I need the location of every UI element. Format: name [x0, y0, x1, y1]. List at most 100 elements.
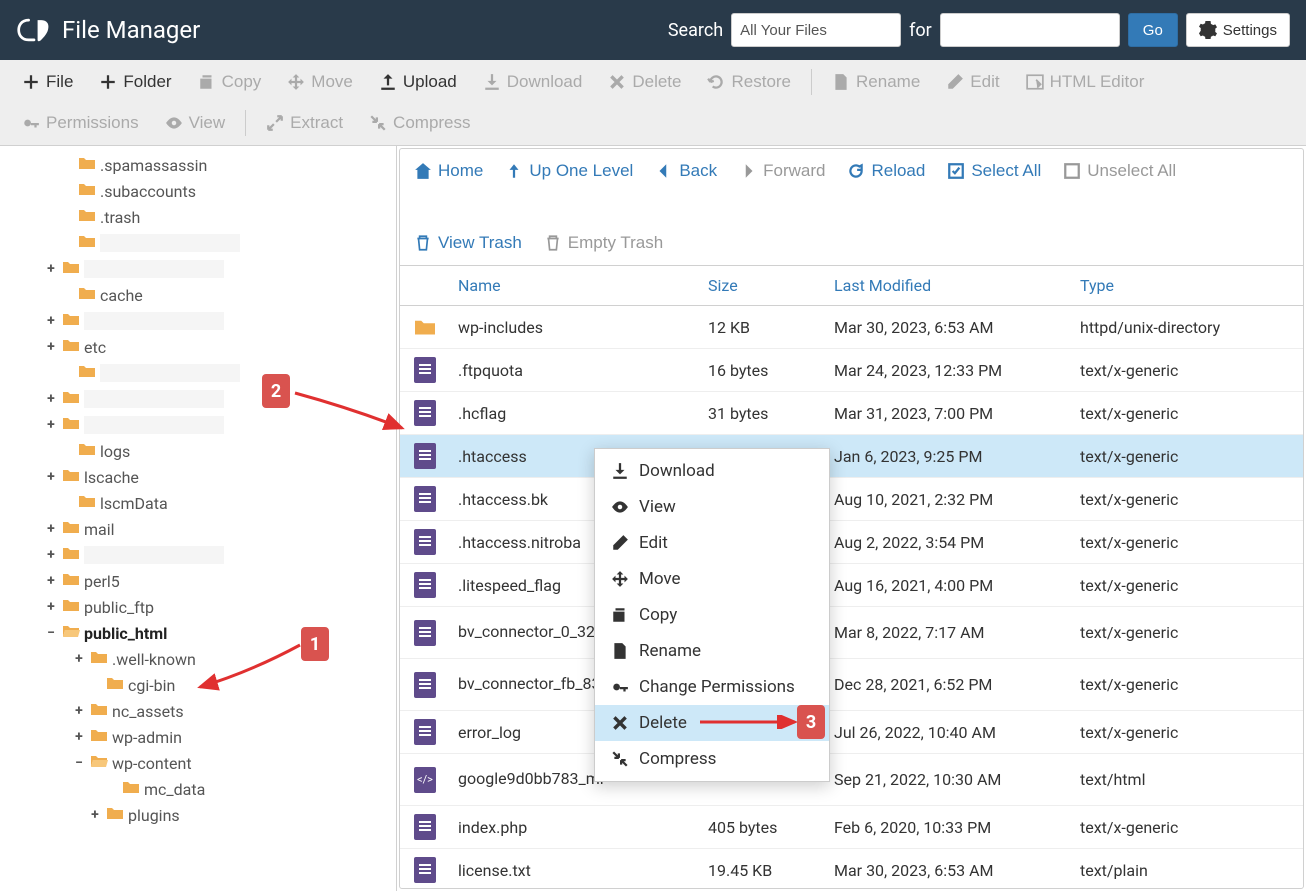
table-row[interactable]: license.txt19.45 KBMar 30, 2023, 6:53 AM… [400, 849, 1303, 888]
tree-toggle[interactable]: − [44, 625, 58, 641]
new-file-button[interactable]: File [10, 64, 85, 100]
table-row[interactable]: wp-includes12 KBMar 30, 2023, 6:53 AMhtt… [400, 306, 1303, 349]
tree-toggle[interactable]: + [72, 703, 86, 719]
tree-toggle[interactable]: + [44, 547, 58, 563]
tree-item[interactable]: +.well-known [0, 646, 396, 672]
tree-item[interactable]: −public_html [0, 620, 396, 646]
up-level-button[interactable]: Up One Level [505, 157, 633, 185]
tree-item[interactable] [0, 360, 396, 386]
tree-toggle[interactable]: − [72, 755, 86, 771]
tree-toggle[interactable]: + [44, 417, 58, 433]
tree-toggle[interactable]: + [72, 729, 86, 745]
tree-item[interactable]: cache [0, 282, 396, 308]
tree-toggle[interactable]: + [44, 599, 58, 615]
menu-download[interactable]: Download [595, 453, 829, 489]
table-row[interactable]: bv_connector_fb_83ac0023f3d95fDec 28, 20… [400, 659, 1303, 711]
search-input[interactable] [940, 13, 1120, 47]
tree-item[interactable]: .subaccounts [0, 178, 396, 204]
tree-item[interactable]: +lscache [0, 464, 396, 490]
tree-toggle[interactable]: + [44, 339, 58, 355]
tree-item[interactable]: + [0, 256, 396, 282]
delete-button[interactable]: Delete [596, 64, 693, 100]
html-editor-button[interactable]: HTML Editor [1014, 64, 1157, 100]
tree-toggle[interactable]: + [44, 521, 58, 537]
view-trash-button[interactable]: View Trash [414, 229, 522, 257]
tree-item[interactable]: +etc [0, 334, 396, 360]
table-row[interactable]: .litespeed_flagAug 16, 2021, 4:00 PMtext… [400, 564, 1303, 607]
table-row[interactable]: error_logJul 26, 2022, 10:40 AMtext/x-ge… [400, 711, 1303, 754]
rename-button[interactable]: Rename [820, 64, 932, 100]
menu-edit[interactable]: Edit [595, 525, 829, 561]
forward-button[interactable]: Forward [739, 157, 825, 185]
table-row[interactable]: index.php405 bytesFeb 6, 2020, 10:33 PMt… [400, 806, 1303, 849]
compress-button[interactable]: Compress [357, 105, 482, 141]
search-scope-select[interactable]: All Your Files [731, 13, 901, 47]
tree-item[interactable]: mc_data [0, 776, 396, 802]
unselect-all-button[interactable]: Unselect All [1063, 157, 1176, 185]
tree-panel[interactable]: .spamassassin.subaccounts.trash+cache++e… [0, 146, 397, 891]
move-button[interactable]: Move [275, 64, 365, 100]
menu-rename[interactable]: Rename [595, 633, 829, 669]
cell-type: text/plain [1072, 853, 1303, 888]
tree-item[interactable] [0, 230, 396, 256]
select-all-button[interactable]: Select All [947, 157, 1041, 185]
tree-item[interactable]: +public_ftp [0, 594, 396, 620]
new-folder-button[interactable]: Folder [87, 64, 183, 100]
permissions-button[interactable]: Permissions [10, 105, 151, 141]
tree-toggle[interactable]: + [44, 313, 58, 329]
search-go-button[interactable]: Go [1128, 13, 1178, 47]
cell-modified: Aug 10, 2021, 2:32 PM [826, 482, 1072, 517]
tree-item[interactable]: +wp-admin [0, 724, 396, 750]
menu-compress[interactable]: Compress [595, 741, 829, 777]
extract-button[interactable]: Extract [254, 105, 355, 141]
header-name[interactable]: Name [450, 266, 700, 305]
tree-item[interactable]: + [0, 412, 396, 438]
view-button[interactable]: View [153, 105, 238, 141]
menu-delete[interactable]: Delete [595, 705, 829, 741]
menu-move[interactable]: Move [595, 561, 829, 597]
edit-button[interactable]: Edit [934, 64, 1011, 100]
tree-item[interactable]: + [0, 542, 396, 568]
tree-item[interactable]: .trash [0, 204, 396, 230]
tree-item[interactable]: logs [0, 438, 396, 464]
table-row[interactable]: bv_connector_0_327e48048483cMar 8, 2022,… [400, 607, 1303, 659]
tree-toggle[interactable]: + [72, 651, 86, 667]
tree-toggle[interactable]: + [44, 391, 58, 407]
header-modified[interactable]: Last Modified [826, 266, 1072, 305]
tree-toggle[interactable]: + [88, 807, 102, 823]
table-row[interactable]: .htaccess.bkAug 10, 2021, 2:32 PMtext/x-… [400, 478, 1303, 521]
download-button[interactable]: Download [471, 64, 595, 100]
menu-copy[interactable]: Copy [595, 597, 829, 633]
table-row[interactable]: .htaccess.nitrobaAug 2, 2022, 3:54 PMtex… [400, 521, 1303, 564]
tree-toggle[interactable]: + [44, 573, 58, 589]
tree-item[interactable]: +plugins [0, 802, 396, 828]
home-button[interactable]: Home [414, 157, 483, 185]
tree-item[interactable]: +perl5 [0, 568, 396, 594]
table-row[interactable]: .htaccess2.34 KBJan 6, 2023, 9:25 PMtext… [400, 435, 1303, 478]
tree-item[interactable]: lscmData [0, 490, 396, 516]
tree-item[interactable]: + [0, 308, 396, 334]
tree-item[interactable]: + [0, 386, 396, 412]
tree-toggle[interactable]: + [44, 469, 58, 485]
upload-button[interactable]: Upload [367, 64, 469, 100]
header-type[interactable]: Type [1072, 266, 1303, 305]
tree-item[interactable]: +nc_assets [0, 698, 396, 724]
table-row[interactable]: .hcflag31 bytesMar 31, 2023, 7:00 PMtext… [400, 392, 1303, 435]
tree-item[interactable]: −wp-content [0, 750, 396, 776]
copy-button[interactable]: Copy [186, 64, 274, 100]
tree-toggle[interactable]: + [44, 261, 58, 277]
header-size[interactable]: Size [700, 266, 826, 305]
settings-button[interactable]: Settings [1186, 13, 1290, 47]
tree-item[interactable]: .spamassassin [0, 152, 396, 178]
menu-permissions[interactable]: Change Permissions [595, 669, 829, 705]
back-button[interactable]: Back [655, 157, 717, 185]
table-row[interactable]: .ftpquota16 bytesMar 24, 2023, 12:33 PMt… [400, 349, 1303, 392]
table-row[interactable]: </>google9d0bb783_mlSep 21, 2022, 10:30 … [400, 754, 1303, 806]
restore-button[interactable]: Restore [695, 64, 803, 100]
menu-view[interactable]: View [595, 489, 829, 525]
empty-trash-button[interactable]: Empty Trash [544, 229, 663, 257]
tree-item[interactable]: cgi-bin [0, 672, 396, 698]
cell-size: 19.45 KB [700, 853, 826, 888]
tree-item[interactable]: +mail [0, 516, 396, 542]
reload-button[interactable]: Reload [847, 157, 925, 185]
